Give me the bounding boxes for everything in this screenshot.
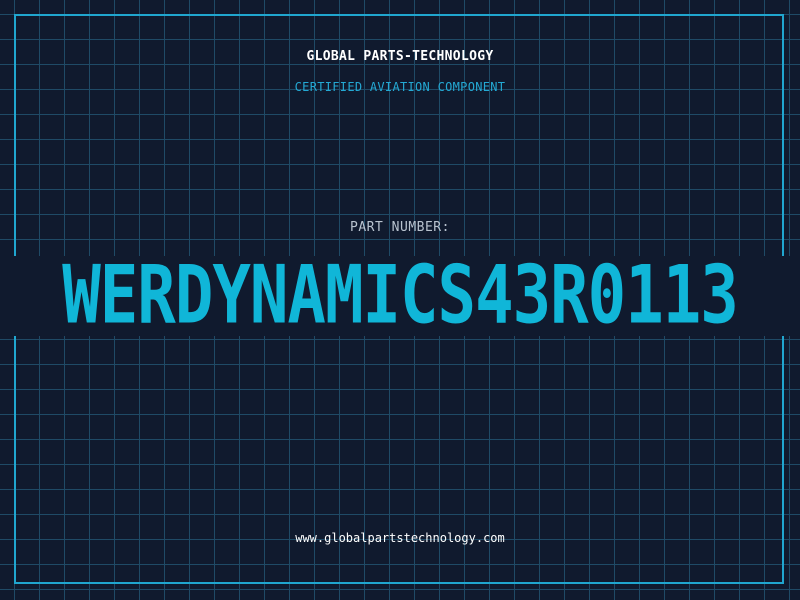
- part-number-label: PART NUMBER:: [350, 220, 450, 235]
- certification-tagline: CERTIFIED AVIATION COMPONENT: [294, 80, 506, 94]
- part-number-band: WERDYNAMICS43R0113: [0, 256, 800, 336]
- company-name: GLOBAL PARTS-TECHNOLOGY: [306, 49, 494, 64]
- label-canvas: GLOBAL PARTS-TECHNOLOGY CERTIFIED AVIATI…: [0, 0, 800, 600]
- website-url: www.globalpartstechnology.com: [295, 531, 505, 545]
- part-number-value: WERDYNAMICS43R0113: [62, 256, 739, 336]
